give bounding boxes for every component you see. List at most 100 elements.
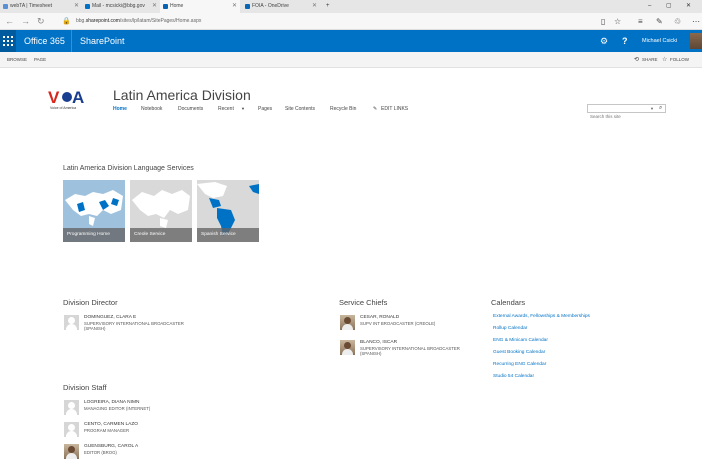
close-icon[interactable]: ✕ [232, 0, 237, 13]
search-icon[interactable]: ⌕ [659, 104, 662, 113]
app-launcher-icon[interactable] [0, 30, 16, 52]
avatar [64, 422, 79, 437]
avatar [64, 444, 79, 459]
tab-favicon-icon [163, 4, 168, 9]
share-button[interactable]: SHARE [642, 52, 658, 68]
search-input[interactable] [588, 113, 648, 120]
browser-tab-active[interactable]: Home ✕ [160, 0, 240, 13]
language-services-title: Latin America Division Language Services [63, 165, 194, 172]
user-name[interactable]: Michael Csicki [642, 30, 677, 52]
calendar-link[interactable]: Recurring ENG Calendar [493, 362, 546, 368]
division-staff-title: Division Staff [63, 383, 107, 392]
ribbon-tab-browse[interactable]: BROWSE [7, 52, 27, 68]
more-icon[interactable]: ⋯ [692, 16, 700, 27]
tab-favicon-icon [245, 4, 250, 9]
address-bar[interactable]: bbg.sharepoint.com/sites/lp/latam/SitePa… [76, 17, 201, 26]
share-icon[interactable]: ♲ [674, 16, 681, 27]
close-icon[interactable]: ✕ [312, 0, 317, 13]
sharepoint-brand[interactable]: SharePoint [80, 30, 125, 52]
person-card[interactable]: DOMINGUEZ, CLARA E SUPERVISORY INTERNATI… [64, 315, 264, 335]
avatar [64, 400, 79, 415]
tab-favicon-icon [3, 4, 8, 9]
refresh-icon[interactable]: ↻ [37, 15, 45, 28]
avatar [340, 340, 355, 355]
avatar[interactable] [690, 33, 702, 49]
reading-view-icon[interactable]: ▯ [601, 16, 605, 27]
close-window-button[interactable]: ✕ [686, 0, 691, 13]
web-note-icon[interactable]: ✎ [656, 16, 663, 27]
star-icon[interactable]: ☆ [662, 52, 667, 68]
person-title: PROGRAM MANAGER [84, 428, 130, 433]
person-card[interactable]: CESAR, RONALD SUPV INT BROADCASTER (CREO… [340, 315, 480, 333]
tile-caption: Creole Service [130, 228, 192, 242]
svg-text:V: V [48, 88, 60, 107]
gear-icon[interactable]: ⚙ [600, 30, 608, 52]
calendar-link[interactable]: ENG & Minicam Calendar [493, 338, 548, 344]
tile-caption: Programming Home [63, 228, 125, 242]
minimize-button[interactable]: – [648, 0, 651, 13]
chevron-down-icon[interactable]: ▼ [241, 105, 245, 113]
pencil-icon[interactable]: ✎ [373, 105, 377, 113]
nav-item-documents[interactable]: Documents [178, 105, 203, 113]
lock-icon: 🔒 [62, 18, 71, 25]
person-title-line2: (SPANISH) [84, 326, 106, 331]
nav-item-notebook[interactable]: Notebook [141, 105, 162, 113]
calendar-link[interactable]: Guest Booking Calendar [493, 350, 545, 356]
nav-item-site-contents[interactable]: Site Contents [285, 105, 315, 113]
person-card[interactable]: CENTO, CARMEN LAZO PROGRAM MANAGER [64, 422, 224, 438]
search-scope-dropdown-icon[interactable]: ▼ [650, 105, 654, 112]
follow-button[interactable]: FOLLOW [670, 52, 689, 68]
person-title-line2: (SPANISH) [360, 351, 382, 356]
svg-text:A: A [72, 88, 84, 107]
browser-tab[interactable]: Mail - mcsicki@bbg.gov ✕ [82, 0, 160, 13]
suite-divider [71, 30, 72, 52]
search-box: ▼ ⌕ [587, 104, 666, 120]
share-icon[interactable]: ⟲ [634, 52, 639, 68]
person-title: SUPV INT BROADCASTER (CREOLE) [360, 321, 436, 326]
maximize-button[interactable]: ▢ [666, 0, 672, 13]
ribbon: BROWSE PAGE ⟲ SHARE ☆ FOLLOW [0, 52, 702, 68]
browser-tab[interactable]: webTA | Timesheet ✕ [0, 0, 82, 13]
suite-bar: Office 365 SharePoint ⚙ ? Michael Csicki [0, 30, 702, 52]
back-icon[interactable]: ← [5, 15, 14, 28]
address-bar-row: ← → ↻ 🔒 bbg.sharepoint.com/sites/lp/lata… [0, 13, 702, 30]
calendar-link[interactable]: Studio 54 Calendar [493, 374, 534, 380]
nav-item-pages[interactable]: Pages [258, 105, 272, 113]
browser-tab[interactable]: FOIA - OneDrive ✕ [242, 0, 320, 13]
ribbon-tab-page[interactable]: PAGE [34, 52, 46, 68]
tab-label: Mail - mcsicki@bbg.gov [92, 3, 145, 9]
calendars-title: Calendars [491, 298, 526, 307]
person-card[interactable]: LOGREIRA, DIANA NIMN MANAGING EDITOR (IN… [64, 400, 224, 416]
tile-programming-home[interactable]: Programming Home [63, 180, 125, 242]
tab-label: webTA | Timesheet [10, 3, 53, 9]
site-title[interactable]: Latin America Division [113, 87, 251, 103]
person-title: EDITOR (BROG) [84, 450, 117, 455]
nav-item-home[interactable]: Home [113, 105, 127, 113]
favorite-star-icon[interactable]: ☆ [614, 16, 621, 27]
division-director-title: Division Director [63, 298, 118, 307]
office365-brand[interactable]: Office 365 [24, 30, 65, 52]
help-icon[interactable]: ? [622, 30, 628, 52]
tile-spanish-service[interactable]: Spanish Service [197, 180, 259, 242]
tab-label: FOIA - OneDrive [252, 3, 289, 9]
tab-favicon-icon [85, 4, 90, 9]
calendar-link[interactable]: Rollup Calendar [493, 326, 527, 332]
voa-logo[interactable]: V A Voice of America [48, 86, 88, 114]
nav-item-recent[interactable]: Recent [218, 105, 234, 113]
person-card[interactable]: BLANCO, ISCAR SUPERVISORY INTERNATIONAL … [340, 340, 480, 360]
forward-icon[interactable]: → [21, 15, 30, 28]
nav-item-recycle-bin[interactable]: Recycle Bin [330, 105, 356, 113]
calendar-link[interactable]: External Awards, Fellowships & Membershi… [493, 314, 590, 320]
new-tab-button[interactable]: + [326, 0, 330, 13]
url-path: /sites/lp/latam/SitePages/Home.aspx [119, 18, 202, 24]
close-icon[interactable]: ✕ [74, 0, 79, 13]
browser-tab-bar: webTA | Timesheet ✕ Mail - mcsicki@bbg.g… [0, 0, 702, 13]
url-domain: sharepoint.com [85, 18, 120, 24]
close-icon[interactable]: ✕ [152, 0, 157, 13]
service-chiefs-title: Service Chiefs [339, 298, 388, 307]
avatar [64, 315, 79, 330]
hub-icon[interactable]: ≡ [638, 16, 643, 27]
tile-creole-service[interactable]: Creole Service [130, 180, 192, 242]
person-card[interactable]: GUENSBURG, CAROL A EDITOR (BROG) [64, 444, 224, 459]
edit-links-button[interactable]: EDIT LINKS [381, 105, 408, 113]
